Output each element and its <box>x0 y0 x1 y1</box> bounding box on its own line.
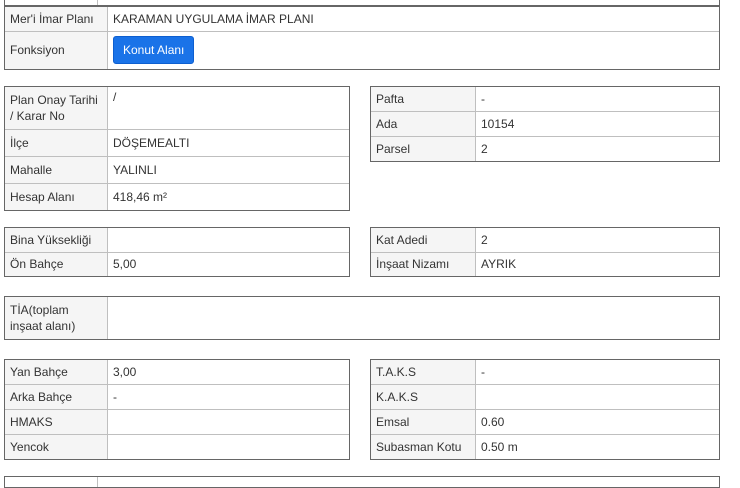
function-label: Fonksiyon <box>5 30 108 69</box>
tia-table: TİA(toplam inşaat alanı) <box>4 296 720 340</box>
approval-label: Plan Onay Tarihi / Karar No <box>5 87 108 130</box>
district-label: İlçe <box>5 128 108 157</box>
hmaks-value <box>107 408 349 436</box>
hmaks-label: HMAKS <box>5 408 108 436</box>
order-label: İnşaat Nizamı <box>371 251 476 276</box>
order-value: AYRIK <box>475 251 719 276</box>
parcel-table: Pafta - Ada 10154 Parsel 2 <box>370 86 720 162</box>
emsal-label: Emsal <box>371 408 476 436</box>
height-label: Bina Yüksekliği <box>5 228 108 253</box>
side-yard-value: 3,00 <box>107 360 349 385</box>
building-table-right: Kat Adedi 2 İnşaat Nizamı AYRIK <box>370 227 720 277</box>
block-value: 10154 <box>475 110 719 138</box>
front-yard-value: 5,00 <box>107 251 349 276</box>
tia-value <box>107 297 719 339</box>
floors-label: Kat Adedi <box>371 228 476 253</box>
plan-value: KARAMAN UYGULAMA İMAR PLANI <box>107 7 719 32</box>
front-yard-label: Ön Bahçe <box>5 251 108 276</box>
neighborhood-label: Mahalle <box>5 155 108 184</box>
clipped-table-bottom <box>4 476 720 488</box>
subasman-label: Subasman Kotu <box>371 434 476 459</box>
building-table-left: Bina Yüksekliği Ön Bahçe 5,00 <box>4 227 350 277</box>
area-value: 418,46 m² <box>107 182 349 210</box>
emsal-value: 0.60 <box>475 408 719 436</box>
function-button[interactable]: Konut Alanı <box>113 36 195 65</box>
taks-label: T.A.K.S <box>371 360 476 385</box>
block-label: Ada <box>371 110 476 138</box>
location-table: Plan Onay Tarihi / Karar No / İlçe DÖŞEM… <box>4 86 350 211</box>
yards-table: Yan Bahçe 3,00 Arka Bahçe - HMAKS Yencok <box>4 359 350 460</box>
district-value: DÖŞEMEALTI <box>107 128 349 157</box>
approval-value: / <box>107 87 349 130</box>
parcel-value: 2 <box>475 136 719 161</box>
plan-info-table: Mer'i İmar Planı KARAMAN UYGULAMA İMAR P… <box>4 6 720 70</box>
height-value <box>107 228 349 253</box>
plan-label: Mer'i İmar Planı <box>5 7 108 32</box>
yencok-value <box>107 434 349 459</box>
function-cell: Konut Alanı <box>107 30 719 69</box>
sheet-value: - <box>475 87 719 112</box>
kaks-label: K.A.K.S <box>371 383 476 410</box>
side-yard-label: Yan Bahçe <box>5 360 108 385</box>
neighborhood-value: YALINLI <box>107 155 349 184</box>
ratios-table: T.A.K.S - K.A.K.S Emsal 0.60 Subasman Ko… <box>370 359 720 460</box>
rear-yard-value: - <box>107 383 349 410</box>
area-label: Hesap Alanı <box>5 182 108 210</box>
tia-label: TİA(toplam inşaat alanı) <box>5 297 108 339</box>
kaks-value <box>475 383 719 410</box>
taks-value: - <box>475 360 719 385</box>
yencok-label: Yencok <box>5 434 108 459</box>
subasman-value: 0.50 m <box>475 434 719 459</box>
rear-yard-label: Arka Bahçe <box>5 383 108 410</box>
floors-value: 2 <box>475 228 719 253</box>
sheet-label: Pafta <box>371 87 476 112</box>
parcel-label: Parsel <box>371 136 476 161</box>
